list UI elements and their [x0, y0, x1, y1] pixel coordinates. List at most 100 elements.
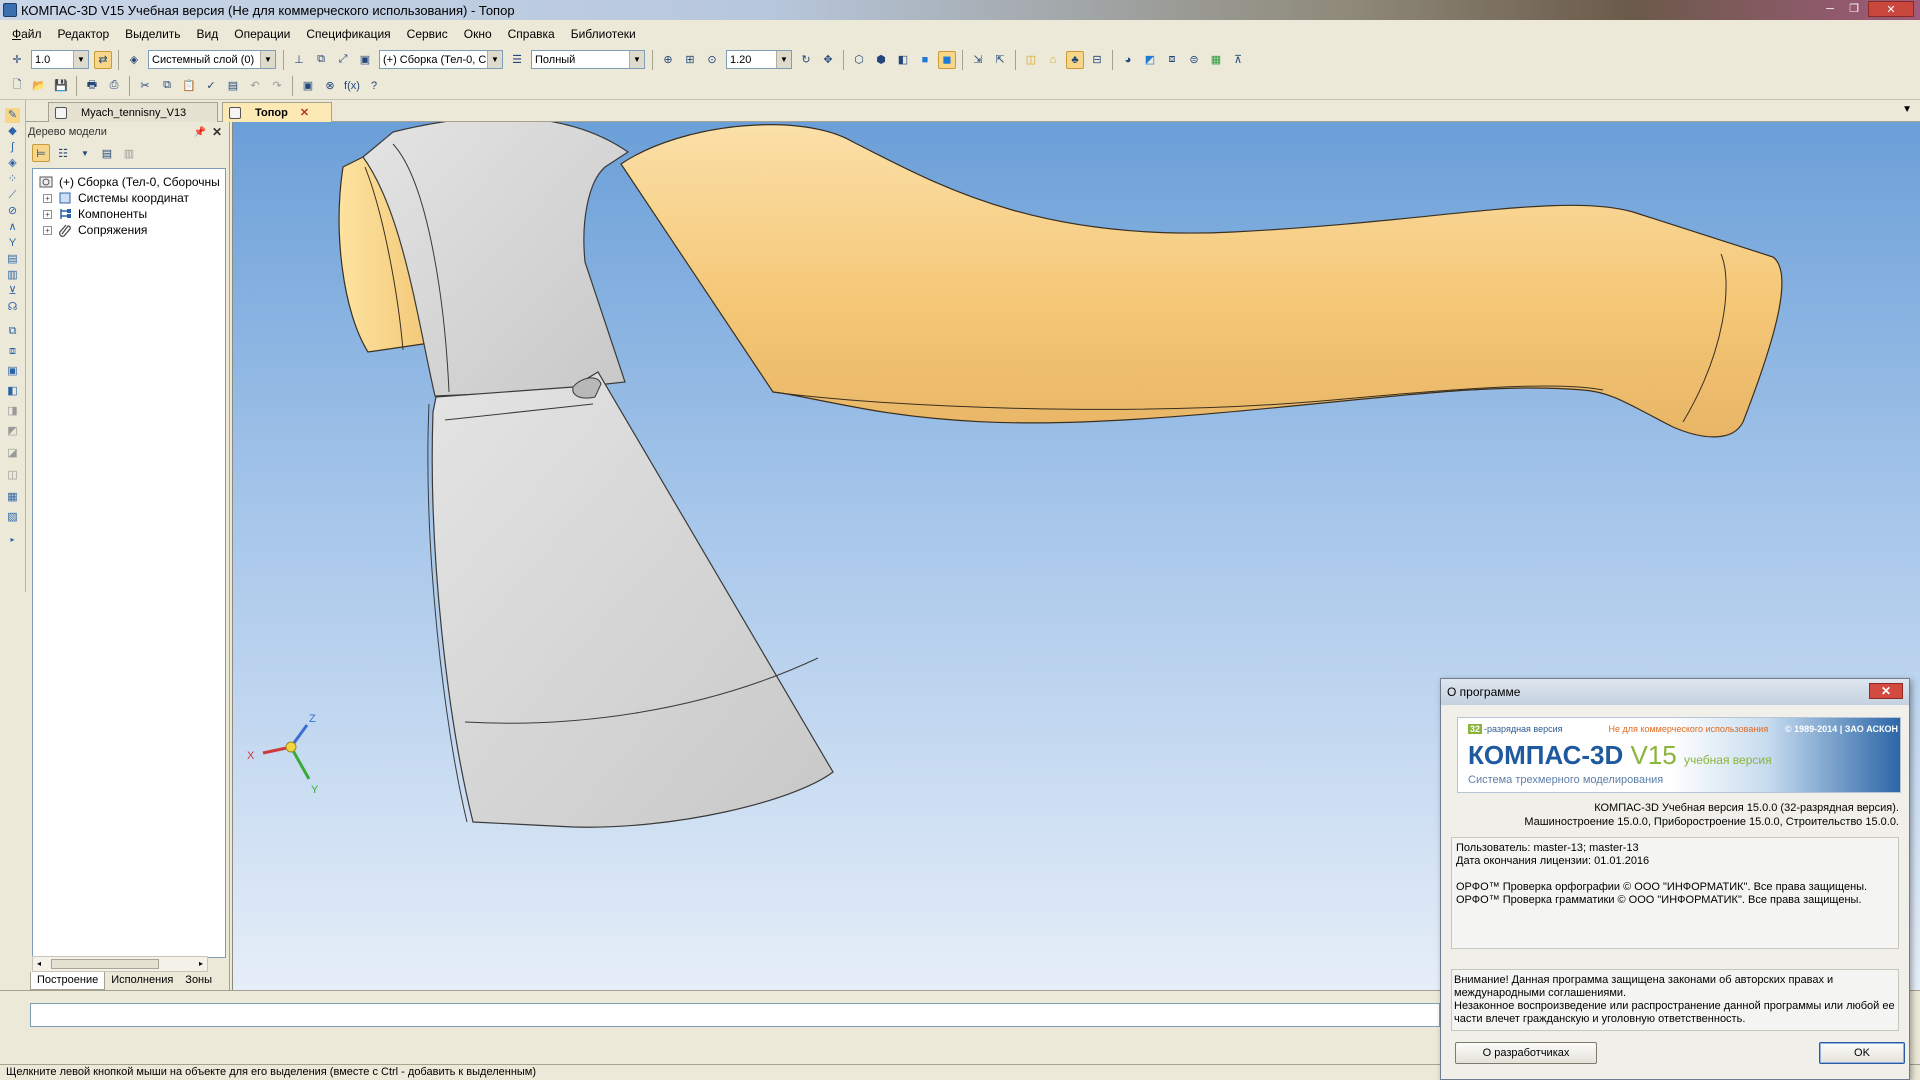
piping-icon[interactable]: ▧: [5, 510, 20, 525]
save-icon[interactable]: 💾: [52, 77, 70, 95]
tree-item-mates[interactable]: + Сопряжения: [43, 221, 147, 239]
scroll-thumb[interactable]: [51, 959, 159, 969]
spec-icon[interactable]: ▤: [5, 252, 20, 267]
menu-editor[interactable]: Редактор: [50, 27, 118, 41]
menu-window[interactable]: Окно: [456, 27, 500, 41]
zoom-combo[interactable]: 1.20 ▼: [726, 50, 792, 69]
snap-icon[interactable]: ⇄: [94, 50, 112, 69]
filter-icon[interactable]: ☰: [508, 51, 526, 69]
expand-arrow-icon[interactable]: ▸: [5, 532, 20, 547]
tab-variants[interactable]: Исполнения: [105, 972, 179, 990]
menu-select[interactable]: Выделить: [117, 27, 188, 41]
orientation-icon[interactable]: ⤢: [334, 51, 352, 69]
tab-construction[interactable]: Построение: [30, 972, 106, 990]
hidden-lines-icon[interactable]: ⬢: [872, 51, 890, 69]
layers-icon[interactable]: ◧: [5, 384, 20, 399]
expand-icon[interactable]: +: [43, 225, 52, 235]
step-combo[interactable]: 1.0 ▼: [31, 50, 89, 69]
preview-icon[interactable]: ⎙: [105, 77, 123, 95]
measure-icon[interactable]: ∧: [5, 220, 20, 235]
layer-icon[interactable]: ◈: [125, 51, 143, 69]
close-tab-icon[interactable]: ✕: [300, 106, 309, 119]
house-icon[interactable]: ⌂: [1044, 51, 1062, 69]
command-input[interactable]: [30, 1003, 1440, 1027]
local-cs-icon[interactable]: ⧉: [312, 51, 330, 69]
variables-icon[interactable]: f(x): [343, 77, 361, 95]
halftone-icon[interactable]: ◧: [894, 51, 912, 69]
tab-myach-tennisny[interactable]: Myach_tennisny_V13: [48, 102, 218, 122]
reports-icon[interactable]: ▥: [5, 268, 20, 283]
assembly-combo[interactable]: (+) Сборка (Тел-0, С ▼: [379, 50, 503, 69]
rotate-icon[interactable]: ↻: [797, 51, 815, 69]
coordinate-system-icon[interactable]: ⊥: [290, 51, 308, 69]
arrays-icon[interactable]: ⧈: [1163, 51, 1181, 69]
menu-view[interactable]: Вид: [189, 27, 227, 41]
tree-options-icon[interactable]: ▥: [120, 144, 138, 162]
measure-icon[interactable]: ⊜: [1185, 51, 1203, 69]
scroll-right-icon[interactable]: ▸: [199, 959, 203, 968]
disabled-tool-icon[interactable]: ◫: [5, 468, 20, 483]
menu-service[interactable]: Сервис: [399, 27, 456, 41]
edit-details-icon[interactable]: ✎: [5, 108, 20, 123]
aux-geometry-icon[interactable]: ⟋: [5, 188, 20, 203]
tabs-dropdown-icon[interactable]: ▼: [1902, 104, 1912, 115]
tree-filter-icon[interactable]: ▤: [98, 144, 116, 162]
filter-icon[interactable]: Y: [5, 236, 20, 251]
shaded-edges-icon[interactable]: ◼: [938, 50, 956, 69]
materials-icon[interactable]: ◕: [1119, 51, 1137, 69]
components-icon[interactable]: ⧉: [5, 324, 20, 339]
help-icon[interactable]: ?: [365, 77, 383, 95]
menu-file[interactable]: Файл: [4, 27, 50, 41]
menu-libraries[interactable]: Библиотеки: [563, 27, 644, 41]
surfaces-icon[interactable]: ◈: [5, 156, 20, 171]
axe-handle[interactable]: [620, 124, 1783, 438]
menu-specification[interactable]: Спецификация: [298, 27, 398, 41]
format-icon[interactable]: ✓: [202, 77, 220, 95]
tree-horizontal-scrollbar[interactable]: ◂ ▸: [32, 956, 208, 972]
undo-icon[interactable]: ↶: [246, 77, 264, 95]
disabled-tool-icon[interactable]: ◨: [5, 404, 20, 419]
assembly-icon[interactable]: ▣: [356, 51, 374, 69]
ok-button[interactable]: OK: [1819, 1042, 1905, 1064]
insert-component-icon[interactable]: ▦: [1207, 51, 1225, 69]
cut-icon[interactable]: ✂: [136, 77, 154, 95]
calculator-icon[interactable]: ▤: [224, 77, 242, 95]
menu-help[interactable]: Справка: [500, 27, 563, 41]
zoom-all-icon[interactable]: ⊞: [681, 51, 699, 69]
print-icon[interactable]: 🖶: [83, 77, 101, 95]
redo-icon[interactable]: ↷: [268, 77, 286, 95]
mates-panel-icon[interactable]: ⧈: [5, 344, 20, 359]
array-icon[interactable]: ⁘: [5, 172, 20, 187]
shaded-icon[interactable]: ■: [916, 51, 934, 69]
expand-icon[interactable]: +: [43, 193, 52, 203]
mates-icon[interactable]: ⊘: [5, 204, 20, 219]
menu-operations[interactable]: Операции: [226, 27, 298, 41]
tab-topor[interactable]: Топор ✕: [222, 102, 332, 122]
close-icon[interactable]: ✕: [1869, 683, 1903, 699]
developers-button[interactable]: О разработчиках: [1455, 1042, 1597, 1064]
copy-icon[interactable]: ⧉: [158, 77, 176, 95]
expand-icon[interactable]: +: [43, 209, 52, 219]
properties-icon[interactable]: ⊟: [1088, 51, 1106, 69]
wireframe-icon[interactable]: ⬡: [850, 51, 868, 69]
scroll-left-icon[interactable]: ◂: [37, 959, 41, 968]
tree-structure-icon[interactable]: ⊨: [32, 144, 50, 162]
close-panel-icon[interactable]: ✕: [212, 125, 222, 139]
tree-view-icon[interactable]: ♣: [1066, 50, 1084, 69]
select-by-icon[interactable]: ⇱: [991, 51, 1009, 69]
open-document-icon[interactable]: 📂: [30, 77, 48, 95]
zoom-icon[interactable]: ⊙: [703, 51, 721, 69]
library-icon[interactable]: ⊗: [321, 77, 339, 95]
tab-zones[interactable]: Зоны: [179, 972, 218, 990]
dimension-icon[interactable]: ⊼: [1229, 51, 1247, 69]
layer-combo[interactable]: Системный слой (0) ▼: [148, 50, 276, 69]
close-window-button[interactable]: ✕: [1868, 1, 1914, 17]
sheet-metal-icon[interactable]: ☊: [5, 300, 20, 315]
pan-icon[interactable]: ✥: [819, 51, 837, 69]
surfaces-icon[interactable]: ◩: [1141, 51, 1159, 69]
zoom-window-icon[interactable]: ⊕: [659, 51, 677, 69]
disabled-tool-icon[interactable]: ◪: [5, 446, 20, 461]
drawing-tools-icon[interactable]: ▦: [5, 490, 20, 505]
disabled-tool-icon[interactable]: ◩: [5, 424, 20, 439]
step-cursor-icon[interactable]: ✛: [8, 51, 26, 69]
